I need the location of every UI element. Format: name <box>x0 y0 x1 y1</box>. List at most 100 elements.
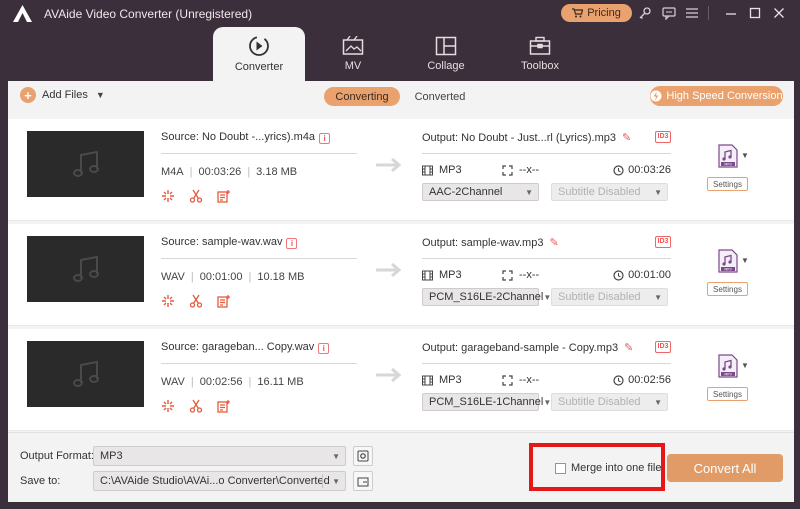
enhance-icon[interactable] <box>161 189 175 203</box>
output-format-select[interactable]: MP3 ▼ <box>93 446 346 466</box>
chevron-down-icon: ▼ <box>525 187 533 197</box>
chevron-down-icon[interactable]: ▼ <box>741 361 749 370</box>
tab-mv[interactable]: MV <box>307 27 399 81</box>
info-icon[interactable]: i <box>318 343 330 354</box>
divider <box>161 363 357 364</box>
separator: | <box>248 271 252 283</box>
id3-icon[interactable]: ID3 <box>655 236 671 248</box>
convert-all-button[interactable]: Convert All <box>667 454 783 482</box>
id3-icon[interactable]: ID3 <box>655 131 671 143</box>
info-icon[interactable]: i <box>286 238 298 249</box>
file-thumbnail[interactable] <box>27 131 144 197</box>
subtitle-select[interactable]: Subtitle Disabled ▼ <box>551 183 668 201</box>
tab-toolbox[interactable]: Toolbox <box>494 27 586 81</box>
separator: | <box>189 166 193 178</box>
info-icon[interactable]: i <box>319 133 331 144</box>
add-files-label: Add Files <box>42 89 88 101</box>
chevron-down-icon[interactable]: ▼ <box>741 256 749 265</box>
subtitle-value: Subtitle Disabled <box>558 186 641 198</box>
audio-track-select[interactable]: PCM_S16LE-1Channel ▼ <box>422 393 551 411</box>
tab-converting[interactable]: Converting <box>324 87 400 106</box>
app-logo-icon <box>13 5 32 22</box>
mp3-format-icon[interactable]: MP3 <box>717 354 739 378</box>
music-note-icon <box>72 150 99 177</box>
chevron-down-icon[interactable]: ▼ <box>96 90 105 100</box>
save-to-value: C:\AVAide Studio\AVAi...o Converter\Conv… <box>100 475 330 487</box>
chevron-down-icon[interactable]: ▼ <box>741 151 749 160</box>
file-thumbnail[interactable] <box>27 341 144 407</box>
save-to-select[interactable]: C:\AVAide Studio\AVAi...o Converter\Conv… <box>93 471 346 491</box>
audio-track-select[interactable]: AAC-2Channel ▼ <box>422 183 539 201</box>
audio-track-select[interactable]: PCM_S16LE-2Channel ▼ <box>422 288 551 306</box>
merge-checkbox[interactable] <box>555 462 566 474</box>
divider <box>422 153 671 154</box>
output-label: Output: garageband-sample - Copy.mp3 <box>422 342 619 354</box>
output-label: Output: sample-wav.mp3 <box>422 237 544 249</box>
settings-button[interactable]: Settings <box>707 177 748 191</box>
rename-icon[interactable]: ✎ <box>622 131 631 144</box>
enhance-icon[interactable] <box>161 294 175 308</box>
source-format: WAV <box>161 271 185 283</box>
collage-icon <box>435 36 457 56</box>
subtitle-value: Subtitle Disabled <box>558 291 641 303</box>
output-resolution: --x-- <box>519 164 540 176</box>
edit-subtitle-icon[interactable] <box>217 294 231 308</box>
high-speed-label: High Speed Conversion <box>666 90 783 102</box>
subtitle-select[interactable]: Subtitle Disabled ▼ <box>551 393 668 411</box>
edit-subtitle-icon[interactable] <box>217 189 231 203</box>
edit-subtitle-icon[interactable] <box>217 399 231 413</box>
enhance-icon[interactable] <box>161 399 175 413</box>
source-filename: Source: No Doubt -...yrics).m4a i <box>161 131 331 144</box>
rename-icon[interactable]: ✎ <box>549 236 558 249</box>
source-label: Source: No Doubt -...yrics).m4a <box>161 131 316 143</box>
mv-icon <box>342 36 364 55</box>
format-settings-button[interactable] <box>353 446 373 466</box>
tab-toolbox-label: Toolbox <box>521 60 559 72</box>
output-filename: Output: No Doubt - Just...rl (Lyrics).mp… <box>422 131 631 144</box>
divider <box>161 153 357 154</box>
output-filename: Output: garageband-sample - Copy.mp3 ✎ <box>422 341 633 354</box>
cart-icon <box>572 8 584 18</box>
settings-button[interactable]: Settings <box>707 282 748 296</box>
add-icon: + <box>20 87 36 103</box>
merge-option[interactable]: Merge into one file <box>555 462 662 474</box>
feedback-icon[interactable] <box>660 4 678 22</box>
output-filename: Output: sample-wav.mp3 ✎ <box>422 236 559 249</box>
pricing-button[interactable]: Pricing <box>561 4 632 22</box>
audio-track-value: PCM_S16LE-1Channel <box>429 396 544 408</box>
close-icon[interactable] <box>770 4 788 22</box>
open-folder-button[interactable] <box>353 471 373 491</box>
separator: | <box>248 376 252 388</box>
mp3-format-icon[interactable]: MP3 <box>717 249 739 273</box>
settings-button[interactable]: Settings <box>707 387 748 401</box>
lightning-icon <box>650 90 662 102</box>
tab-converter[interactable]: Converter <box>213 27 305 81</box>
add-files-button[interactable]: + Add Files ▼ <box>20 87 105 103</box>
menu-icon[interactable] <box>683 4 701 22</box>
scissors-icon[interactable] <box>189 294 203 308</box>
output-format: MP3 <box>439 374 462 386</box>
minimize-icon[interactable] <box>722 4 740 22</box>
source-meta: M4A | 00:03:26 | 3.18 MB <box>161 166 297 178</box>
bottom-bar: Output Format: MP3 ▼ Save to: C:\AVAide S… <box>8 432 794 502</box>
tab-collage[interactable]: Collage <box>400 27 492 81</box>
high-speed-conversion-button[interactable]: High Speed Conversion <box>650 86 783 106</box>
title-bar: AVAide Video Converter (Unregistered) Pr… <box>0 0 800 27</box>
subtitle-select[interactable]: Subtitle Disabled ▼ <box>551 288 668 306</box>
key-icon[interactable] <box>636 4 654 22</box>
scissors-icon[interactable] <box>189 399 203 413</box>
scissors-icon[interactable] <box>189 189 203 203</box>
id3-icon[interactable]: ID3 <box>655 341 671 353</box>
film-icon <box>422 270 433 280</box>
source-filename: Source: garageban... Copy.wav i <box>161 341 330 354</box>
mp3-format-icon[interactable]: MP3 <box>717 144 739 168</box>
maximize-icon[interactable] <box>746 4 764 22</box>
file-thumbnail[interactable] <box>27 236 144 302</box>
rename-icon[interactable]: ✎ <box>624 341 633 354</box>
file-row: Source: sample-wav.wav i WAV | 00:01:00 |… <box>8 224 794 326</box>
gear-icon <box>357 450 369 462</box>
music-note-icon <box>72 255 99 282</box>
edit-tools <box>161 189 231 203</box>
source-meta: WAV | 00:02:56 | 16.11 MB <box>161 376 304 388</box>
tab-converted[interactable]: Converted <box>410 87 470 106</box>
